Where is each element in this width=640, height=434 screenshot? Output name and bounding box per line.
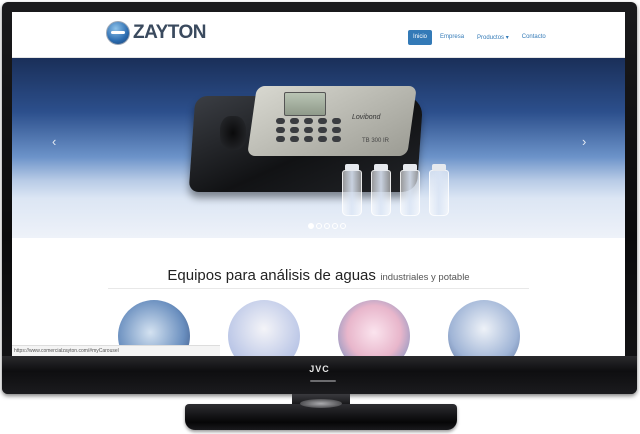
browser-status-url: https://www.comercialzayton.com/#myCarou…	[12, 345, 220, 356]
navbar: ZAYTON Inicio Empresa Productos ▾ Contac…	[12, 12, 625, 58]
main-nav: Inicio Empresa Productos ▾ Contacto	[408, 30, 554, 45]
nav-item-contacto[interactable]: Contacto	[517, 30, 551, 45]
tv-stand-glare	[300, 399, 342, 408]
carousel-indicator[interactable]	[332, 223, 338, 229]
chevron-left-icon[interactable]: ‹	[52, 134, 56, 149]
divider	[108, 288, 529, 289]
device-brand: Lovibond	[352, 114, 381, 121]
tv-power-led	[310, 380, 336, 382]
chevron-right-icon[interactable]: ›	[582, 134, 586, 149]
carousel-indicator[interactable]	[340, 223, 346, 229]
nav-item-inicio[interactable]: Inicio	[408, 30, 433, 45]
carousel-indicator[interactable]	[324, 223, 330, 229]
tv-brand-logo: JVC	[309, 364, 330, 374]
section-title: Equipos para análisis de aguas industria…	[12, 267, 625, 285]
carousel-indicator[interactable]	[316, 223, 322, 229]
section-title-sub: industriales y potable	[380, 272, 470, 283]
site-logo[interactable]: ZAYTON	[106, 21, 207, 45]
device-keypad	[276, 118, 343, 142]
category-image-test-kits[interactable]	[228, 300, 300, 356]
hero-carousel: Lovibond TB 300 IR ‹ ›	[12, 58, 625, 238]
device-display	[284, 92, 326, 116]
nav-item-productos[interactable]: Productos ▾	[472, 30, 514, 45]
device-model: TB 300 IR	[362, 138, 390, 144]
logo-text: ZAYTON	[133, 22, 207, 43]
category-image-filter-discs[interactable]	[338, 300, 410, 356]
logo-icon	[106, 21, 130, 45]
tv-bottom-bar: JVC	[2, 356, 637, 394]
carousel-indicator[interactable]	[308, 223, 314, 229]
nav-item-empresa[interactable]: Empresa	[435, 30, 469, 45]
carousel-indicators	[308, 223, 348, 229]
sample-vials	[342, 164, 458, 216]
browser-screen: ZAYTON Inicio Empresa Productos ▾ Contac…	[12, 12, 625, 356]
section-title-main: Equipos para análisis de aguas	[167, 267, 376, 284]
device-cuvette-well	[220, 116, 246, 150]
category-image-handheld-meter[interactable]	[448, 300, 520, 356]
